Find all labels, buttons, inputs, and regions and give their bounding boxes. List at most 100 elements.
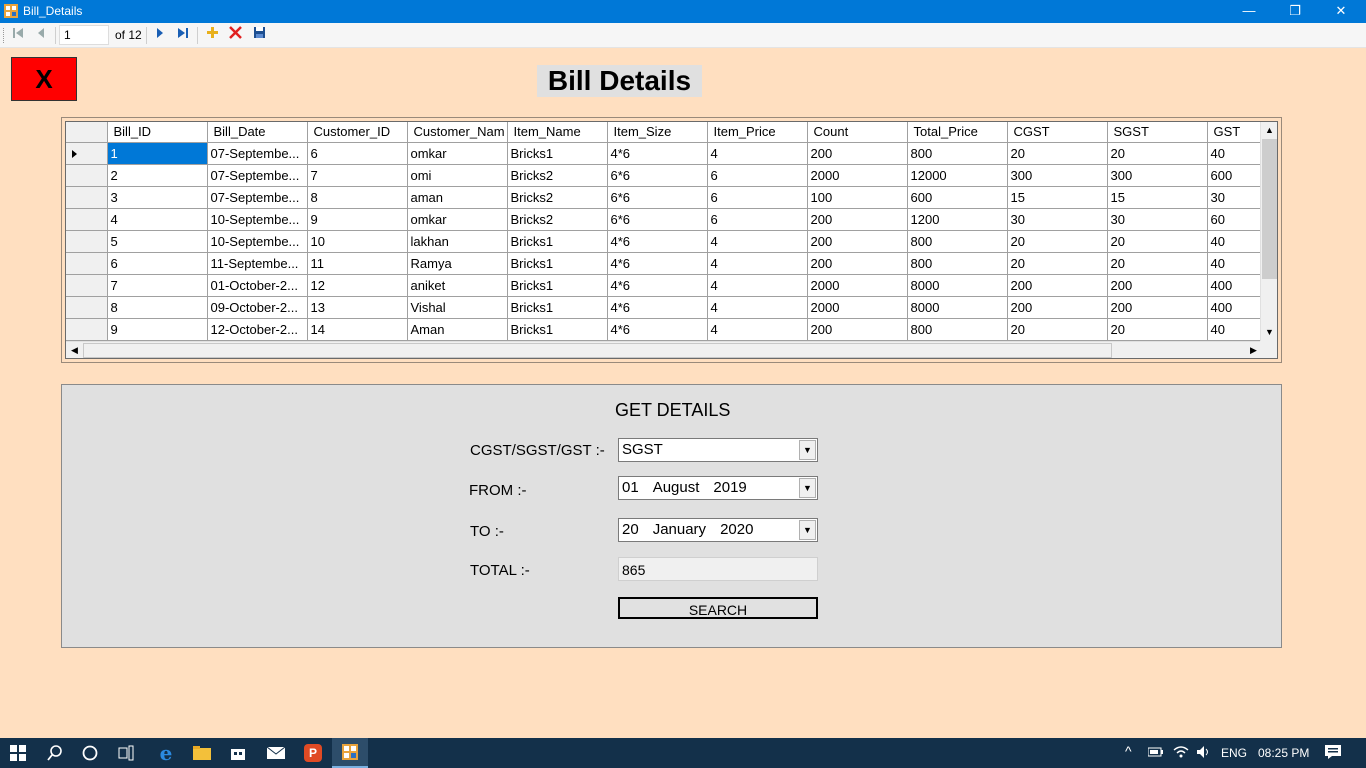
mail-icon[interactable]: [258, 738, 294, 768]
to-month[interactable]: January: [653, 521, 706, 538]
header-corner[interactable]: [66, 122, 108, 143]
grid-cell[interactable]: omi: [407, 164, 508, 187]
grid-cell[interactable]: 6*6: [607, 208, 708, 231]
grid-cell[interactable]: 1: [107, 142, 208, 165]
column-header[interactable]: GST: [1207, 122, 1268, 143]
from-day[interactable]: 01: [622, 479, 639, 496]
column-header[interactable]: Bill_ID: [107, 122, 208, 143]
grid-cell[interactable]: 5: [107, 230, 208, 253]
table-row[interactable]: 2 07-Septembe... 7 omi Bricks2 6*6 6 2000 12000…: [66, 164, 1268, 187]
grid-cell[interactable]: 12000: [907, 164, 1008, 187]
grid-cell[interactable]: 8: [107, 296, 208, 319]
grid-cell[interactable]: 4*6: [607, 252, 708, 275]
grid-cell[interactable]: 4*6: [607, 318, 708, 341]
grid-cell[interactable]: 6: [707, 164, 808, 187]
grid-cell[interactable]: 4: [707, 274, 808, 297]
grid-cell[interactable]: 800: [907, 318, 1008, 341]
grid-cell[interactable]: 4*6: [607, 230, 708, 253]
grid-cell[interactable]: 200: [807, 252, 908, 275]
move-previous-icon[interactable]: [32, 26, 50, 44]
grid-cell[interactable]: 12-October-2...: [207, 318, 308, 341]
grid-cell[interactable]: 40: [1207, 142, 1268, 165]
start-icon[interactable]: [0, 738, 36, 768]
grid-cell[interactable]: 20: [1107, 318, 1208, 341]
row-header[interactable]: [66, 230, 108, 253]
scroll-down-icon[interactable]: ▼: [1261, 324, 1277, 341]
table-row[interactable]: 4 10-Septembe... 9 omkar Bricks2 6*6 6 200 1200…: [66, 208, 1268, 231]
store-icon[interactable]: [220, 738, 256, 768]
grid-cell[interactable]: 6*6: [607, 186, 708, 209]
grid-cell[interactable]: 800: [907, 252, 1008, 275]
grid-cell[interactable]: 01-October-2...: [207, 274, 308, 297]
file-explorer-icon[interactable]: [184, 738, 220, 768]
grid-cell[interactable]: 400: [1207, 274, 1268, 297]
clock[interactable]: 08:25 PM: [1258, 746, 1309, 760]
column-header[interactable]: Customer_ID: [307, 122, 408, 143]
grid-cell[interactable]: 30: [1007, 208, 1108, 231]
column-header[interactable]: Count: [807, 122, 908, 143]
grid-cell[interactable]: 20: [1107, 252, 1208, 275]
scroll-up-icon[interactable]: ▲: [1261, 122, 1277, 139]
horizontal-scrollbar[interactable]: ◀ ▶: [66, 341, 1262, 358]
position-input[interactable]: [59, 25, 109, 45]
grid-cell[interactable]: 4: [707, 230, 808, 253]
to-year[interactable]: 2020: [720, 521, 753, 538]
wifi-icon[interactable]: [1173, 745, 1189, 762]
grid-cell[interactable]: 2: [107, 164, 208, 187]
grid-cell[interactable]: 4*6: [607, 274, 708, 297]
grid-cell[interactable]: Bricks1: [507, 318, 608, 341]
move-next-icon[interactable]: [151, 26, 169, 44]
move-first-icon[interactable]: [9, 26, 27, 44]
grid-cell[interactable]: 2000: [807, 164, 908, 187]
grid-cell[interactable]: 60: [1207, 208, 1268, 231]
grid-cell[interactable]: Bricks2: [507, 164, 608, 187]
search-icon[interactable]: [37, 738, 73, 768]
grid-cell[interactable]: Bricks1: [507, 274, 608, 297]
grid-cell[interactable]: 20: [1007, 252, 1108, 275]
grid-cell[interactable]: 6: [107, 252, 208, 275]
grid-cell[interactable]: 11-Septembe...: [207, 252, 308, 275]
save-icon[interactable]: [250, 26, 268, 44]
vertical-scrollbar[interactable]: ▲ ▼: [1260, 122, 1277, 341]
grid-cell[interactable]: 20: [1007, 230, 1108, 253]
grid-cell[interactable]: 12: [307, 274, 408, 297]
grid-cell[interactable]: aniket: [407, 274, 508, 297]
grid-cell[interactable]: 8: [307, 186, 408, 209]
grid-cell[interactable]: 100: [807, 186, 908, 209]
horizontal-scroll-thumb[interactable]: [83, 343, 1112, 358]
grid-cell[interactable]: 6: [707, 186, 808, 209]
grid-cell[interactable]: 20: [1007, 142, 1108, 165]
grid-cell[interactable]: 40: [1207, 318, 1268, 341]
grid-cell[interactable]: Bricks2: [507, 208, 608, 231]
app-p-icon[interactable]: P: [295, 738, 331, 768]
grid-cell[interactable]: 200: [807, 318, 908, 341]
from-month[interactable]: August: [653, 479, 700, 496]
add-new-icon[interactable]: [203, 26, 221, 44]
language-indicator[interactable]: ENG: [1221, 746, 1247, 760]
table-row[interactable]: 5 10-Septembe... 10 lakhan Bricks1 4*6 4 200 80…: [66, 230, 1268, 253]
grid-cell[interactable]: 4: [707, 318, 808, 341]
table-row[interactable]: 1 07-Septembe... 6 omkar Bricks1 4*6 4 200 800 2…: [66, 142, 1268, 165]
grid-cell[interactable]: omkar: [407, 142, 508, 165]
grid-cell[interactable]: 200: [1107, 296, 1208, 319]
grid-cell[interactable]: Bricks1: [507, 252, 608, 275]
from-year[interactable]: 2019: [713, 479, 746, 496]
grid-cell[interactable]: 20: [1107, 230, 1208, 253]
table-row[interactable]: 8 09-October-2... 13 Vishal Bricks1 4*6 4 2000…: [66, 296, 1268, 319]
exit-button[interactable]: X: [11, 57, 77, 101]
row-header[interactable]: [66, 252, 108, 275]
grid-cell[interactable]: 07-Septembe...: [207, 142, 308, 165]
grid-cell[interactable]: 14: [307, 318, 408, 341]
toolbar-grip[interactable]: [3, 28, 6, 43]
column-header[interactable]: Customer_Nam: [407, 122, 508, 143]
grid-cell[interactable]: 7: [107, 274, 208, 297]
grid-cell[interactable]: 2000: [807, 296, 908, 319]
grid-cell[interactable]: aman: [407, 186, 508, 209]
grid-cell[interactable]: 4*6: [607, 296, 708, 319]
column-header[interactable]: Item_Name: [507, 122, 608, 143]
grid-cell[interactable]: 6: [707, 208, 808, 231]
grid-cell[interactable]: omkar: [407, 208, 508, 231]
grid-cell[interactable]: 6*6: [607, 164, 708, 187]
grid-cell[interactable]: 4: [107, 208, 208, 231]
grid-cell[interactable]: 8000: [907, 274, 1008, 297]
